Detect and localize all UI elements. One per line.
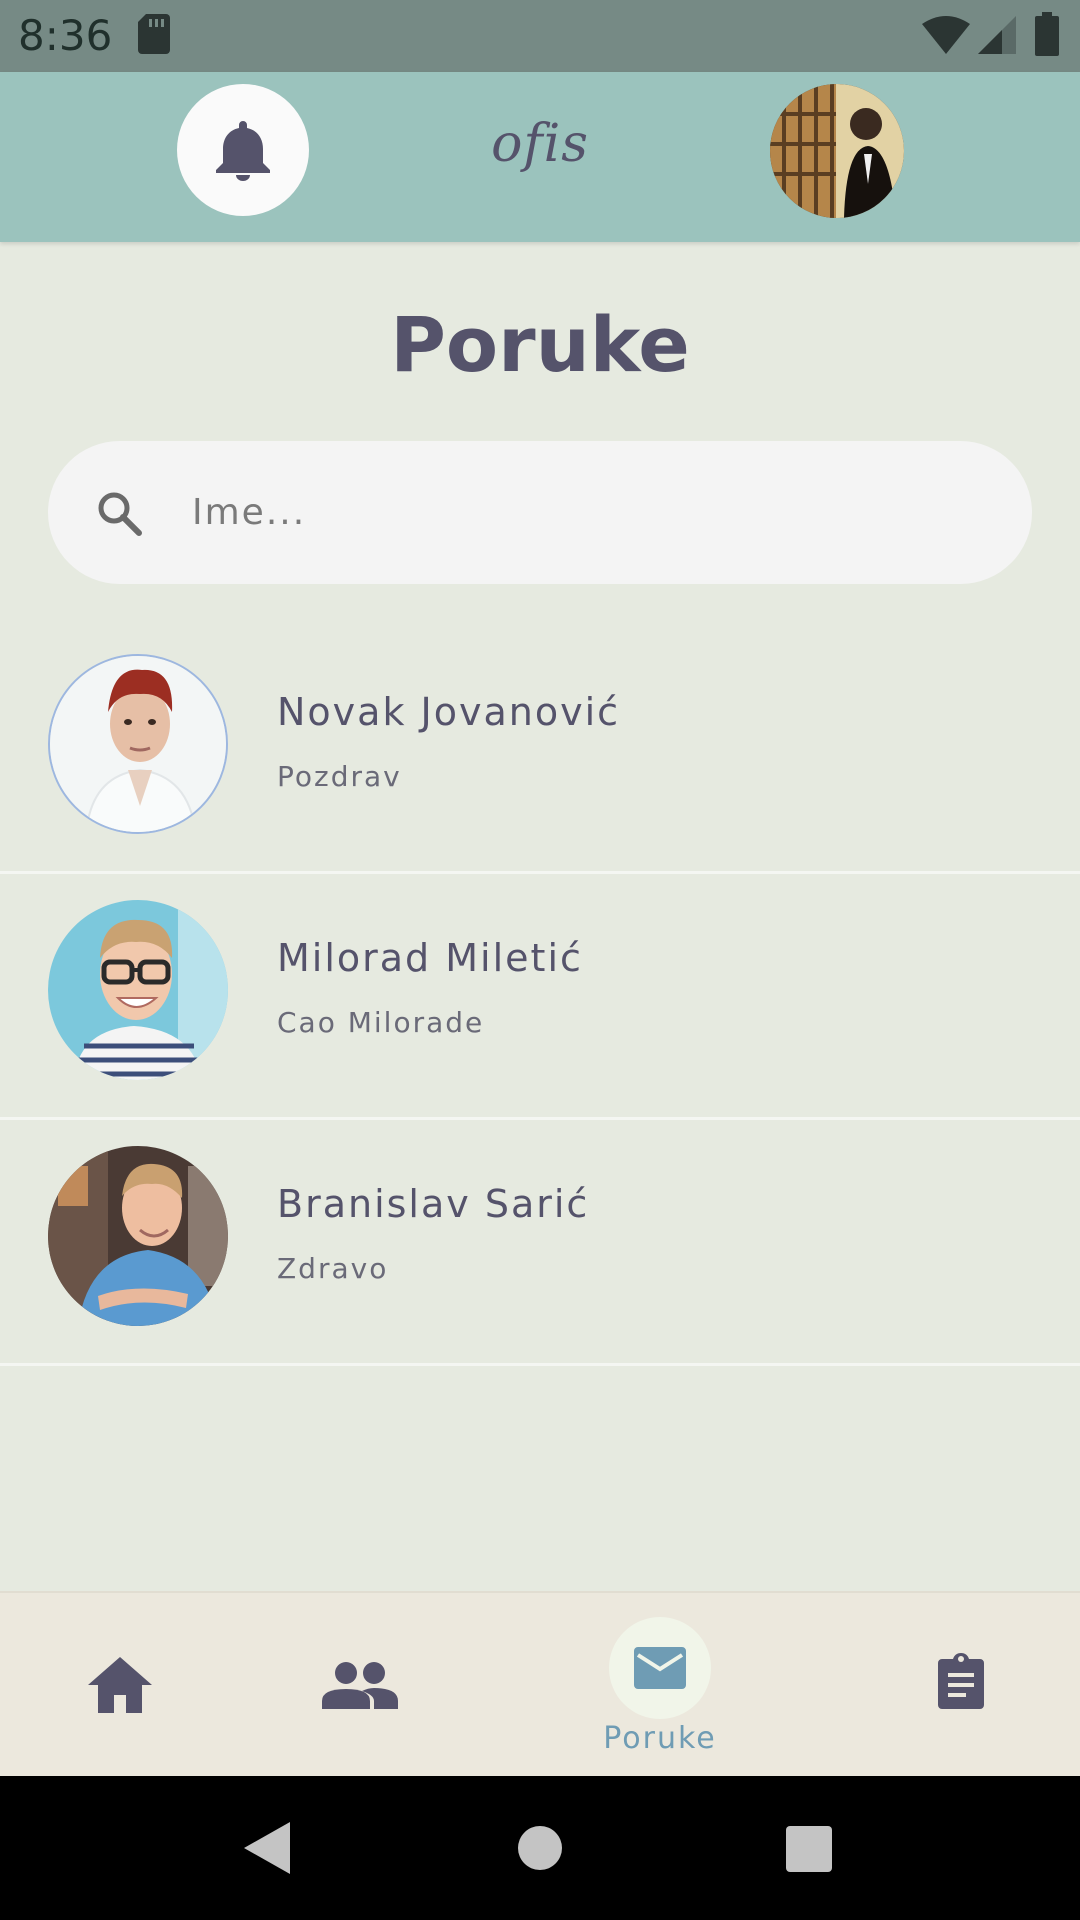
nav-people[interactable] (300, 1593, 420, 1778)
signal-icon (978, 16, 1016, 54)
wifi-icon (922, 16, 970, 54)
last-message: Pozdrav (277, 760, 402, 793)
bottom-navigation: Poruke (0, 1591, 1080, 1776)
profile-photo (770, 84, 904, 218)
contact-name: Novak Jovanović (277, 690, 621, 734)
contact-name: Branislav Sarić (277, 1182, 590, 1226)
notifications-button[interactable] (177, 84, 309, 216)
home-icon (88, 1657, 152, 1713)
avatar (48, 654, 228, 834)
mail-icon (634, 1647, 686, 1689)
system-navigation-bar (0, 1776, 1080, 1920)
brand-logo: ofis (491, 114, 589, 174)
contact-photo (48, 900, 228, 1080)
bell-icon (216, 121, 270, 181)
conversation-item[interactable]: Novak Jovanović Pozdrav (0, 630, 1080, 874)
app-header: ofis (0, 72, 1080, 242)
clipboard-icon (938, 1653, 984, 1709)
last-message: Zdravo (277, 1252, 389, 1285)
contact-photo (50, 656, 226, 832)
back-button[interactable] (244, 1822, 290, 1874)
nav-home[interactable] (60, 1593, 180, 1778)
nav-tasks[interactable] (900, 1593, 1020, 1778)
contact-name: Milorad Miletić (277, 936, 583, 980)
conversation-item[interactable]: Milorad Miletić Cao Milorade (0, 876, 1080, 1120)
page-title: Poruke (390, 300, 690, 389)
profile-avatar[interactable] (770, 84, 904, 218)
status-bar: 8:36 (0, 0, 1080, 72)
last-message: Cao Milorade (277, 1006, 485, 1039)
home-button[interactable] (518, 1826, 562, 1870)
avatar (48, 1146, 228, 1326)
search-input[interactable] (192, 480, 992, 544)
people-icon (322, 1662, 398, 1709)
search-icon (98, 492, 142, 536)
sd-card-icon (138, 14, 170, 54)
contact-photo (48, 1146, 228, 1326)
conversation-item[interactable]: Branislav Sarić Zdravo (0, 1122, 1080, 1366)
status-time: 8:36 (18, 11, 113, 60)
avatar (48, 900, 228, 1080)
battery-icon (1035, 12, 1059, 56)
nav-label: Poruke (603, 1721, 717, 1756)
recents-button[interactable] (786, 1826, 832, 1872)
nav-messages[interactable]: Poruke (580, 1593, 740, 1778)
